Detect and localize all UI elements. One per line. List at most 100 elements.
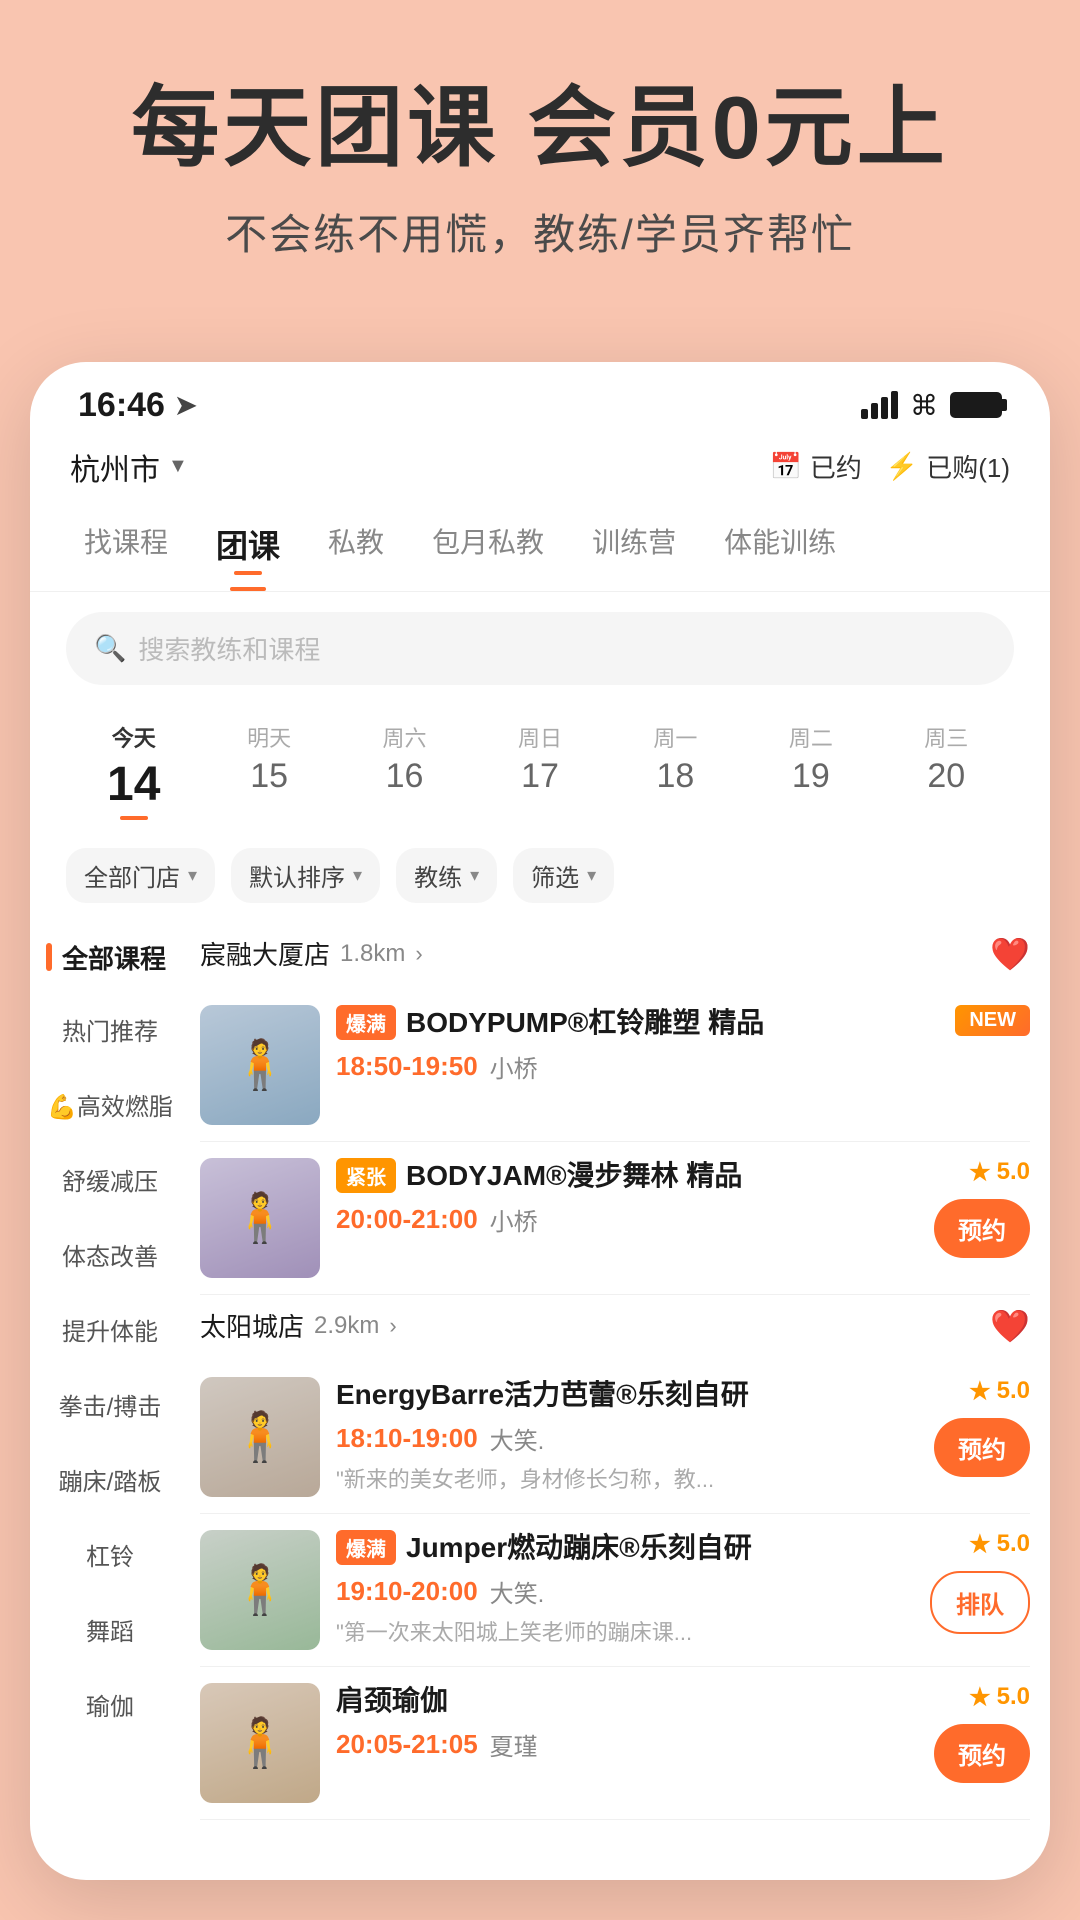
purchased-button[interactable]: ⚡ 已购(1): [886, 448, 1010, 485]
sidebar-item[interactable]: 热门推荐: [30, 992, 190, 1067]
course-desc: "新来的美女老师，身材修长匀称，教...: [336, 1462, 918, 1494]
sidebar-item[interactable]: 体态改善: [30, 1217, 190, 1292]
course-time: 18:10-19:00: [336, 1423, 478, 1454]
venue-heart-icon[interactable]: ❤️: [990, 1307, 1030, 1345]
top-nav: 杭州市 ▼ 📅 已约 ⚡ 已购(1): [30, 437, 1050, 505]
date-underline: [120, 816, 148, 820]
date-item-16[interactable]: 周六 16: [337, 713, 472, 828]
date-item-20[interactable]: 周三 20: [879, 713, 1014, 828]
chevron-down-icon: ▾: [188, 865, 197, 886]
date-item-17[interactable]: 周日 17: [472, 713, 607, 828]
course-info: 爆满 Jumper燃动蹦床®乐刻自研 19:10-20:00 大笑. "第一次来…: [336, 1530, 914, 1647]
sidebar-item[interactable]: 蹦床/踏板: [30, 1442, 190, 1517]
course-name: 肩颈瑜伽: [336, 1683, 448, 1719]
course-card[interactable]: 🧍 爆满 BODYPUMP®杠铃雕塑 精品 18:50-19:50 小桥 NEW: [200, 989, 1030, 1142]
sidebar-item[interactable]: 💪高效燃脂: [30, 1067, 190, 1142]
search-icon: 🔍: [94, 633, 126, 664]
course-list: 宸融大厦店 1.8km › ❤️ 🧍 爆满 BODYPUMP®杠铃雕塑 精品 1…: [190, 923, 1050, 1820]
search-container: 🔍 搜索教练和课程: [30, 592, 1050, 705]
category-tab-找课程[interactable]: 找课程: [60, 505, 192, 591]
filter-btn-筛选[interactable]: 筛选▾: [513, 848, 614, 903]
queue-button[interactable]: 排队: [930, 1571, 1030, 1634]
course-name: EnergyBarre活力芭蕾®乐刻自研: [336, 1377, 749, 1413]
hero-subtitle: 不会练不用慌，教练/学员齐帮忙: [60, 201, 1020, 262]
sidebar-item[interactable]: 杠铃: [30, 1517, 190, 1592]
sidebar-item[interactable]: 舒缓减压: [30, 1142, 190, 1217]
course-card[interactable]: 🧍 EnergyBarre活力芭蕾®乐刻自研 18:10-19:00 大笑. "…: [200, 1361, 1030, 1514]
main-content: 全部课程 热门推荐💪高效燃脂舒缓减压体态改善提升体能拳击/搏击蹦床/踏板杠铃舞蹈…: [30, 923, 1050, 1840]
date-item-19[interactable]: 周二 19: [743, 713, 878, 828]
date-picker: 今天 14 明天 15 周六 16 周日 17 周一 18 周二 19 周三 2…: [30, 705, 1050, 848]
search-bar[interactable]: 🔍 搜索教练和课程: [66, 612, 1014, 685]
course-rating: ★5.0: [969, 1158, 1030, 1187]
category-tab-包月私教[interactable]: 包月私教: [408, 505, 568, 591]
category-tab-团课[interactable]: 团课: [192, 505, 304, 591]
date-item-18[interactable]: 周一 18: [608, 713, 743, 828]
category-tab-体能训练[interactable]: 体能训练: [700, 505, 860, 591]
book-button[interactable]: 预约: [934, 1418, 1030, 1477]
course-teacher: 大笑.: [490, 1421, 545, 1456]
course-name: BODYPUMP®杠铃雕塑 精品: [406, 1005, 764, 1041]
sidebar-header: 全部课程: [30, 923, 190, 992]
course-name: Jumper燃动蹦床®乐刻自研: [406, 1530, 752, 1566]
chevron-down-icon: ▾: [353, 865, 362, 886]
sidebar-accent-bar: [46, 943, 52, 971]
course-thumbnail: 🧍: [200, 1530, 320, 1650]
date-item-14[interactable]: 今天 14: [66, 713, 201, 828]
course-card[interactable]: 🧍 肩颈瑜伽 20:05-21:05 夏瑾 ★5.0 预约: [200, 1667, 1030, 1820]
venue-heart-icon[interactable]: ❤️: [990, 935, 1030, 973]
booked-button[interactable]: 📅 已约: [769, 448, 861, 485]
wifi-icon: ⌘: [910, 389, 938, 422]
battery-icon: [950, 392, 1002, 418]
sidebar-item[interactable]: 舞蹈: [30, 1592, 190, 1667]
course-rating: ★5.0: [969, 1377, 1030, 1406]
course-right: ★5.0 预约: [934, 1158, 1030, 1258]
location-dropdown-icon: ▼: [168, 455, 188, 478]
filter-btn-全部门店[interactable]: 全部门店▾: [66, 848, 215, 903]
venue-name[interactable]: 宸融大厦店 1.8km ›: [200, 935, 423, 972]
book-button[interactable]: 预约: [934, 1724, 1030, 1783]
sidebar-item[interactable]: 拳击/搏击: [30, 1367, 190, 1442]
location-selector[interactable]: 杭州市 ▼: [70, 445, 188, 489]
course-thumbnail: 🧍: [200, 1683, 320, 1803]
hero-section: 每天团课 会员0元上 不会练不用慌，教练/学员齐帮忙: [0, 0, 1080, 322]
course-card[interactable]: 🧍 爆满 Jumper燃动蹦床®乐刻自研 19:10-20:00 大笑. "第一…: [200, 1514, 1030, 1667]
course-rating: ★5.0: [969, 1683, 1030, 1712]
filter-btn-默认排序[interactable]: 默认排序▾: [231, 848, 380, 903]
hero-title: 每天团课 会员0元上: [60, 80, 1020, 177]
book-button[interactable]: 预约: [934, 1199, 1030, 1258]
sidebar-item[interactable]: 提升体能: [30, 1292, 190, 1367]
course-thumbnail: 🧍: [200, 1005, 320, 1125]
status-time: 16:46 ➤: [78, 386, 197, 425]
course-info: EnergyBarre活力芭蕾®乐刻自研 18:10-19:00 大笑. "新来…: [336, 1377, 918, 1494]
course-right: NEW: [955, 1005, 1030, 1048]
phone-mockup: 16:46 ➤ ⌘ 杭州市 ▼ 📅 已约 ⚡ 已购: [30, 362, 1050, 1880]
category-tab-私教[interactable]: 私教: [304, 505, 408, 591]
course-card[interactable]: 🧍 紧张 BODYJAM®漫步舞林 精品 20:00-21:00 小桥 ★5.0…: [200, 1142, 1030, 1295]
venue-name[interactable]: 太阳城店 2.9km ›: [200, 1307, 397, 1344]
filter-btn-教练[interactable]: 教练▾: [396, 848, 497, 903]
sidebar: 全部课程 热门推荐💪高效燃脂舒缓减压体态改善提升体能拳击/搏击蹦床/踏板杠铃舞蹈…: [30, 923, 190, 1820]
search-placeholder-text: 搜索教练和课程: [138, 630, 320, 667]
star-icon: ★: [969, 1530, 991, 1559]
venue-header: 宸融大厦店 1.8km › ❤️: [200, 923, 1030, 989]
location-nav-icon: ➤: [175, 390, 197, 421]
filter-bar: 全部门店▾ 默认排序▾ 教练▾ 筛选▾: [30, 848, 1050, 923]
course-name: BODYJAM®漫步舞林 精品: [406, 1158, 742, 1194]
star-icon: ★: [969, 1377, 991, 1406]
course-thumbnail: 🧍: [200, 1158, 320, 1278]
date-item-15[interactable]: 明天 15: [201, 713, 336, 828]
chevron-down-icon: ▾: [470, 865, 479, 886]
course-time: 18:50-19:50: [336, 1051, 478, 1082]
category-tab-训练营[interactable]: 训练营: [568, 505, 700, 591]
course-teacher: 小桥: [490, 1202, 538, 1237]
sidebar-item[interactable]: 瑜伽: [30, 1667, 190, 1742]
course-teacher: 大笑.: [490, 1574, 545, 1609]
venue-distance: 1.8km: [340, 940, 405, 968]
course-rating: ★5.0: [969, 1530, 1030, 1559]
course-thumbnail: 🧍: [200, 1377, 320, 1497]
status-icons: ⌘: [861, 389, 1002, 422]
course-time: 20:00-21:00: [336, 1204, 478, 1235]
venue-arrow-icon: ›: [415, 941, 422, 967]
course-time: 20:05-21:05: [336, 1729, 478, 1760]
